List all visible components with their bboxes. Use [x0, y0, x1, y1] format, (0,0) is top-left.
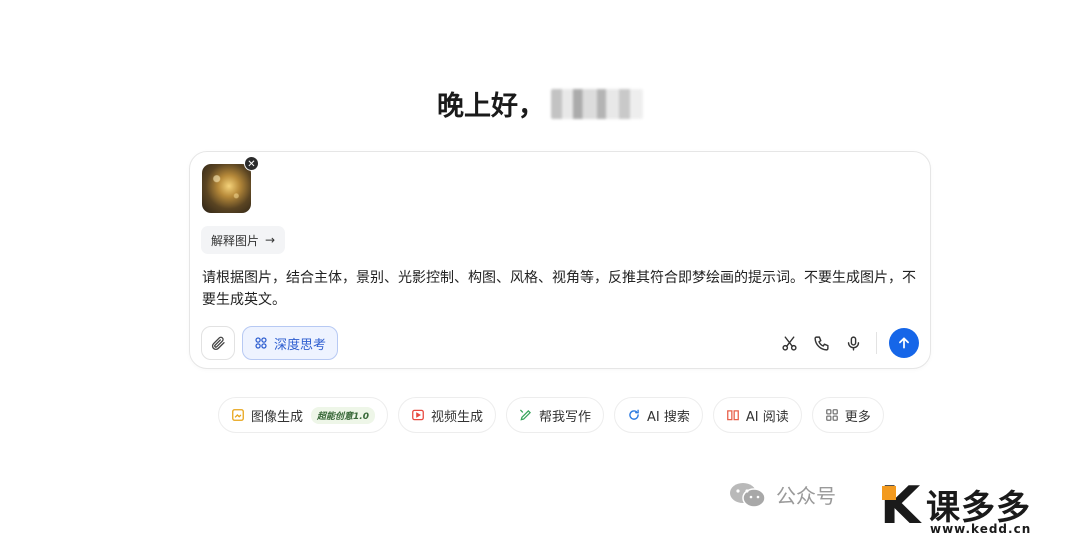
microphone-icon — [847, 335, 859, 351]
logo-accent — [882, 486, 896, 500]
image-gen-icon — [232, 409, 244, 421]
attached-image-thumbnail[interactable] — [202, 164, 251, 213]
greeting-header: 晚上好， — [0, 84, 1080, 123]
paperclip-icon — [211, 336, 225, 351]
explain-image-label: 解释图片 — [211, 233, 260, 248]
logo-url: www.kedd.cn — [930, 522, 1032, 536]
chip-label: 帮我写作 — [538, 409, 591, 425]
chip-image-gen[interactable]: 图像生成 超能创意1.0 — [218, 397, 388, 433]
chip-badge: 超能创意1.0 — [311, 406, 375, 424]
wechat-watermark: 公众号 — [728, 480, 836, 509]
chip-ai-search[interactable]: AI 搜索 — [614, 397, 703, 433]
phone-icon — [813, 335, 829, 351]
remove-image-icon[interactable]: ✕ — [244, 156, 259, 171]
scissors-icon — [781, 335, 797, 351]
chip-writing[interactable]: 帮我写作 — [505, 397, 604, 433]
explain-image-chip[interactable]: 解释图片 → — [201, 226, 286, 254]
arrow-right-icon: → — [265, 233, 276, 247]
chip-label: AI 搜索 — [647, 409, 690, 425]
toolbar-divider — [876, 332, 877, 354]
arrow-up-icon — [899, 337, 909, 349]
call-button[interactable] — [810, 326, 832, 360]
search-refresh-icon — [629, 409, 639, 420]
send-button[interactable] — [889, 328, 919, 358]
watermark-text: 公众号 — [776, 484, 836, 508]
chip-label: 图像生成 — [251, 409, 304, 425]
prompt-input[interactable]: 请根据图片，结合主体，景别、光影控制、构图、风格、视角等，反推其符合即梦绘画的提… — [202, 267, 922, 311]
site-logo: K 课多多 www.kedd.cn — [880, 478, 1076, 538]
deep-think-icon — [255, 337, 267, 349]
attach-button[interactable] — [201, 326, 235, 360]
pen-icon — [520, 409, 531, 421]
blurred-username — [551, 88, 643, 119]
wechat-icon — [730, 482, 766, 508]
composer-toolbar-right — [778, 326, 919, 360]
composer-toolbar-left: 深度思考 — [201, 326, 339, 360]
deep-think-button[interactable]: 深度思考 — [242, 326, 339, 360]
chip-label: 更多 — [844, 409, 871, 425]
greeting-text: 晚上好， — [437, 91, 545, 122]
voice-input-button[interactable] — [842, 326, 864, 360]
app-page: 晚上好， ✕ 解释图片 → 请根据图片，结合主体，景别、光影控制、构图、风格、视… — [0, 0, 1080, 541]
chip-label: 视频生成 — [430, 409, 483, 425]
book-icon — [726, 410, 739, 421]
prompt-composer: ✕ 解释图片 → 请根据图片，结合主体，景别、光影控制、构图、风格、视角等，反推… — [189, 151, 931, 369]
chip-video-gen[interactable]: 视频生成 — [397, 397, 496, 433]
scissors-button[interactable] — [778, 326, 800, 360]
grid-icon — [825, 409, 838, 421]
quick-actions: 图像生成 超能创意1.0 视频生成 帮我写作 AI 搜索 AI 阅读 更多 — [218, 397, 884, 433]
deep-think-label: 深度思考 — [274, 337, 327, 353]
chip-ai-reading[interactable]: AI 阅读 — [712, 397, 802, 433]
video-gen-icon — [412, 409, 424, 421]
chip-label: AI 阅读 — [745, 409, 789, 425]
chip-more[interactable]: 更多 — [811, 397, 884, 433]
